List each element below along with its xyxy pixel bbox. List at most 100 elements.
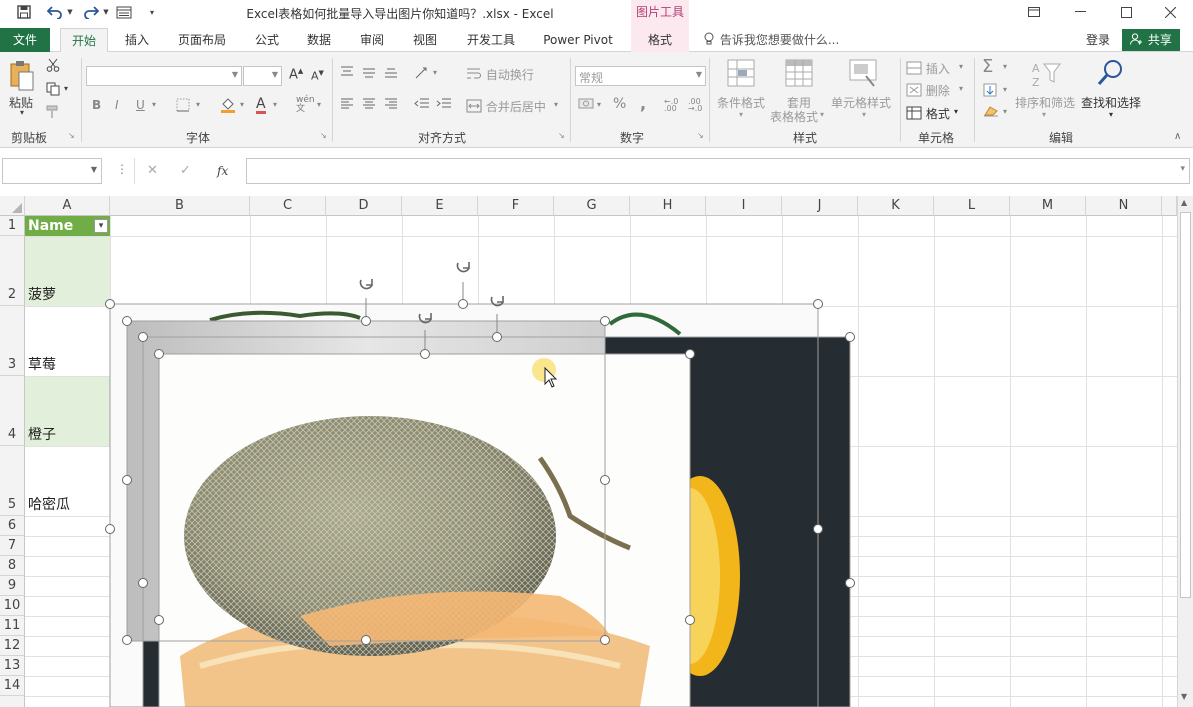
conditional-format-label[interactable]: 条件格式 (717, 94, 765, 111)
align-middle-icon[interactable] (362, 66, 376, 81)
autosum-dropdown-icon[interactable]: ▾ (1003, 62, 1007, 71)
tell-me-search[interactable]: 告诉我您想要做什么... (704, 28, 839, 52)
grow-font-icon[interactable]: A▲ (289, 67, 303, 82)
format-table-dropdown-icon[interactable]: ▾ (820, 110, 824, 119)
font-color-icon[interactable]: A (256, 96, 266, 114)
paste-dropdown-icon[interactable]: ▾ (20, 108, 24, 117)
copy-dropdown-icon[interactable]: ▾ (64, 84, 68, 93)
format-as-table-label-2[interactable]: 表格格式 (770, 108, 818, 125)
share-button[interactable]: 共享 (1122, 29, 1180, 51)
autosum-icon[interactable]: Σ (982, 56, 993, 77)
comma-button[interactable]: , (640, 94, 646, 113)
login-link[interactable]: 登录 (1086, 28, 1110, 52)
chevron-down-icon[interactable]: ▼ (91, 165, 97, 174)
ribbon-display-icon[interactable] (1011, 0, 1057, 24)
format-painter-icon[interactable] (46, 105, 60, 122)
orientation-icon[interactable] (414, 66, 430, 83)
scrollbar-thumb[interactable] (1180, 212, 1191, 598)
tab-power-pivot[interactable]: Power Pivot (536, 28, 620, 52)
tab-insert[interactable]: 插入 (114, 28, 160, 52)
decrease-decimal-icon[interactable]: .00 →.0 (688, 98, 702, 113)
phonetic-dropdown-icon[interactable]: ▾ (317, 100, 321, 109)
expand-formula-icon[interactable]: ▾ (1180, 164, 1185, 174)
delete-cells-button[interactable]: 删除 (906, 82, 950, 100)
fill-icon[interactable] (983, 83, 997, 100)
align-right-icon[interactable] (384, 98, 398, 113)
name-box[interactable]: ▼ (2, 158, 102, 184)
fill-color-icon[interactable] (220, 96, 236, 116)
cut-icon[interactable] (46, 58, 60, 75)
sort-filter-dropdown-icon[interactable]: ▾ (1042, 110, 1046, 119)
tab-formulas[interactable]: 公式 (246, 28, 288, 52)
bold-button[interactable]: B (92, 98, 101, 112)
insert-cells-dropdown-icon[interactable]: ▾ (959, 62, 963, 71)
fill-color-dropdown-icon[interactable]: ▾ (240, 100, 244, 109)
shrink-font-icon[interactable]: A▼ (311, 69, 324, 83)
vertical-scrollbar[interactable]: ▲ ▼ (1177, 196, 1193, 707)
cell-styles-label[interactable]: 单元格样式 (831, 94, 891, 111)
clipboard-launcher-icon[interactable]: ↘ (68, 131, 75, 140)
tab-page-layout[interactable]: 页面布局 (170, 28, 234, 52)
tab-view[interactable]: 视图 (404, 28, 446, 52)
collapse-ribbon-icon[interactable]: ∧ (1174, 131, 1181, 142)
italic-button[interactable]: I (115, 98, 119, 112)
fill-dropdown-icon[interactable]: ▾ (1003, 85, 1007, 94)
paste-icon[interactable] (8, 60, 38, 91)
tab-file[interactable]: 文件 (0, 28, 50, 52)
font-size-combo[interactable]: ▼ (243, 66, 282, 86)
format-cells-dropdown-icon[interactable]: ▾ (954, 107, 958, 116)
worksheet-grid[interactable]: A B C D E F G H I J K L M N 1 2 3 4 5 6 … (0, 196, 1177, 707)
copy-icon[interactable] (46, 82, 60, 99)
alignment-launcher-icon[interactable]: ↘ (558, 131, 565, 140)
orientation-dropdown-icon[interactable]: ▾ (433, 68, 437, 77)
format-as-table-icon[interactable] (784, 58, 814, 88)
minimize-icon[interactable] (1057, 0, 1103, 24)
phonetic-icon[interactable]: wén 文 (296, 96, 315, 114)
close-icon[interactable] (1147, 0, 1193, 24)
format-cells-button[interactable]: 格式 (906, 105, 950, 123)
align-left-icon[interactable] (340, 98, 354, 113)
picture-melon[interactable] (159, 354, 690, 707)
sort-filter-icon[interactable]: AZ (1030, 60, 1061, 90)
delete-cells-dropdown-icon[interactable]: ▾ (959, 84, 963, 93)
tab-review[interactable]: 审阅 (351, 28, 393, 52)
border-icon[interactable] (176, 98, 190, 115)
underline-dropdown-icon[interactable]: ▾ (152, 100, 156, 109)
increase-decimal-icon[interactable]: ←.0.00 (664, 98, 678, 113)
conditional-dropdown-icon[interactable]: ▾ (739, 110, 743, 119)
font-color-dropdown-icon[interactable]: ▾ (273, 100, 277, 109)
border-dropdown-icon[interactable]: ▾ (196, 100, 200, 109)
decrease-indent-icon[interactable] (414, 98, 430, 113)
clear-icon[interactable] (983, 105, 999, 120)
clear-dropdown-icon[interactable]: ▾ (1003, 107, 1007, 116)
scroll-up-icon[interactable]: ▲ (1181, 198, 1187, 207)
font-launcher-icon[interactable]: ↘ (320, 131, 327, 140)
merge-center-button[interactable]: 合并后居中 (466, 98, 546, 116)
percent-button[interactable]: % (613, 96, 626, 112)
insert-cells-button[interactable]: 插入 (906, 60, 950, 78)
restore-icon[interactable] (1103, 0, 1149, 24)
find-select-icon[interactable] (1096, 58, 1126, 88)
tab-data[interactable]: 数据 (298, 28, 340, 52)
formula-input[interactable]: ▾ (246, 158, 1190, 184)
scroll-down-icon[interactable]: ▼ (1181, 692, 1187, 701)
conditional-format-icon[interactable] (726, 58, 756, 88)
find-select-dropdown-icon[interactable]: ▾ (1109, 110, 1113, 119)
font-name-combo[interactable]: ▼ (86, 66, 242, 86)
wrap-text-button[interactable]: 自动换行 (466, 66, 534, 84)
find-select-label[interactable]: 查找和选择 (1081, 94, 1141, 111)
accounting-format-icon[interactable] (578, 98, 594, 114)
cell-styles-icon[interactable] (848, 58, 878, 88)
insert-function-button[interactable]: fx (217, 158, 228, 184)
cell-styles-dropdown-icon[interactable]: ▾ (862, 110, 866, 119)
rotate-handle-icon[interactable] (359, 279, 373, 290)
increase-indent-icon[interactable] (436, 98, 452, 113)
number-launcher-icon[interactable]: ↘ (697, 131, 704, 140)
tab-home[interactable]: 开始 (60, 28, 108, 53)
sort-filter-label[interactable]: 排序和筛选 (1015, 94, 1075, 111)
rotate-handle-icon[interactable] (456, 262, 470, 273)
align-top-icon[interactable] (340, 66, 354, 81)
confirm-entry-icon[interactable]: ✓ (180, 158, 191, 184)
cancel-entry-icon[interactable]: ✕ (134, 158, 158, 184)
tab-developer[interactable]: 开发工具 (458, 28, 524, 52)
